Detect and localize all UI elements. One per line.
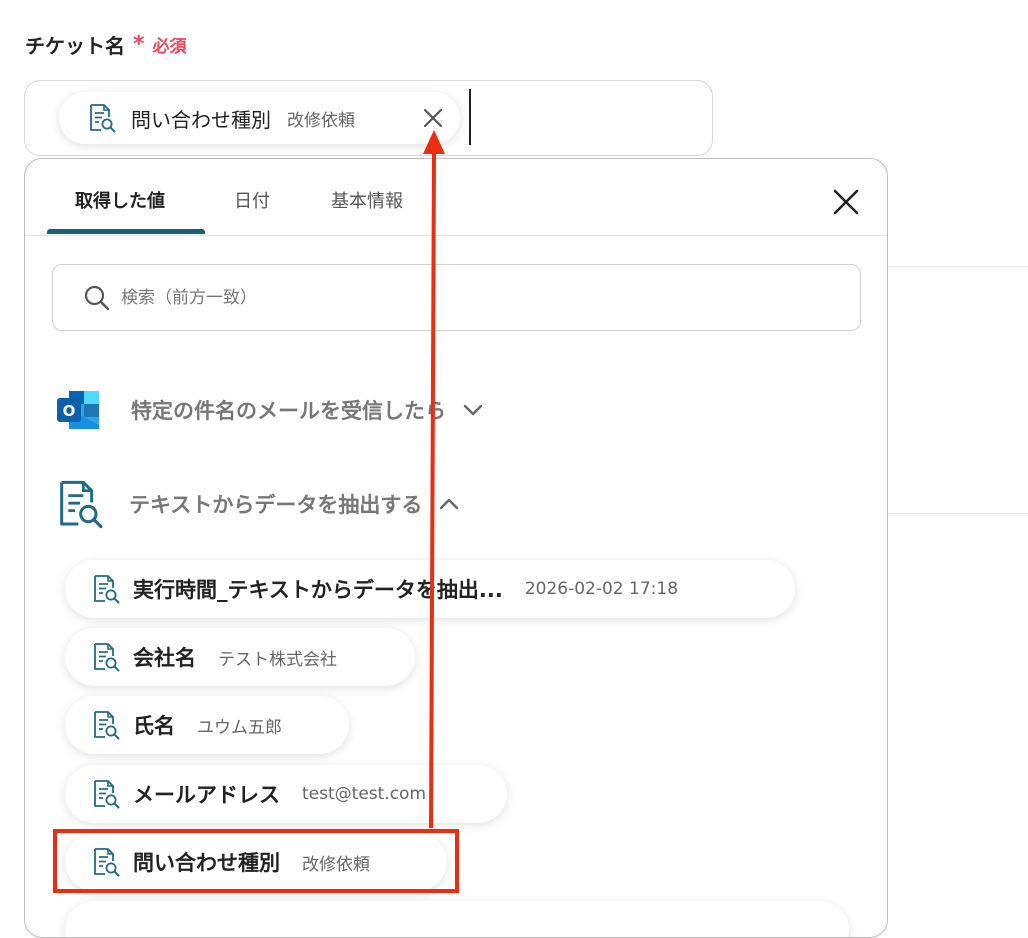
search-input[interactable] [119,286,723,309]
list-item[interactable]: 実行時間_テキストからデータを抽出... 2026-02-02 17:18 [65,560,795,618]
item-value: ユウム五郎 [197,717,282,738]
chevron-up-icon [440,498,459,510]
section-title: テキストからデータを抽出する [129,493,423,517]
item-value: テスト株式会社 [218,649,337,670]
section-extract-data[interactable]: テキストからデータを抽出する [55,479,460,529]
required-star: * [133,32,145,57]
annotation-highlight-box [53,829,459,893]
chip-name: 問い合わせ種別 [131,107,271,132]
field-label: チケット名 * 必須 [25,30,187,59]
svg-text:O: O [63,402,76,420]
remove-chip-icon[interactable] [420,105,446,131]
background-divider [888,266,1028,267]
document-search-icon [55,479,105,529]
document-search-icon [91,779,121,809]
chevron-down-icon [463,404,483,416]
close-icon[interactable] [829,185,863,219]
search-box [52,264,861,331]
list-item[interactable]: メールアドレス test@test.com [65,765,507,823]
tab-date[interactable]: 日付 [234,187,270,213]
outlook-icon: O [57,391,99,429]
item-name: 実行時間_テキストからデータを抽出... [133,578,503,602]
item-name: メールアドレス [133,783,280,807]
value-picker-panel: 取得した値 日付 基本情報 O 特定の件名のメールを受信したら [24,158,888,938]
tab-acquired-values[interactable]: 取得した値 [75,187,165,213]
item-name: 会社名 [133,646,196,670]
tab-bar: 取得した値 日付 基本情報 [25,159,887,236]
item-value: test@test.com [302,784,427,804]
section-outlook-trigger[interactable]: O 特定の件名のメールを受信したら [55,387,484,433]
required-badge: 必須 [152,37,187,57]
section-title: 特定の件名のメールを受信したら [131,399,446,423]
item-value: 2026-02-02 17:18 [524,579,679,599]
background-divider [888,513,1028,514]
list-item[interactable]: 氏名 ユウム五郎 [65,696,349,754]
list-item[interactable]: 会社名 テスト株式会社 [65,628,415,686]
list-item[interactable] [65,901,849,937]
selected-value-chip[interactable]: 問い合わせ種別 改修依頼 [59,92,460,144]
search-icon [84,285,110,310]
text-cursor [469,89,471,145]
document-search-icon [91,642,121,672]
item-name: 氏名 [133,714,175,738]
document-search-icon [91,710,121,740]
chip-value: 改修依頼 [287,110,355,131]
document-search-icon [91,574,121,604]
active-tab-indicator [47,229,205,234]
field-label-text: チケット名 [25,34,125,58]
document-search-icon [87,103,117,133]
ticket-name-input[interactable]: 問い合わせ種別 改修依頼 [24,80,713,156]
tab-basic-info[interactable]: 基本情報 [331,187,403,213]
